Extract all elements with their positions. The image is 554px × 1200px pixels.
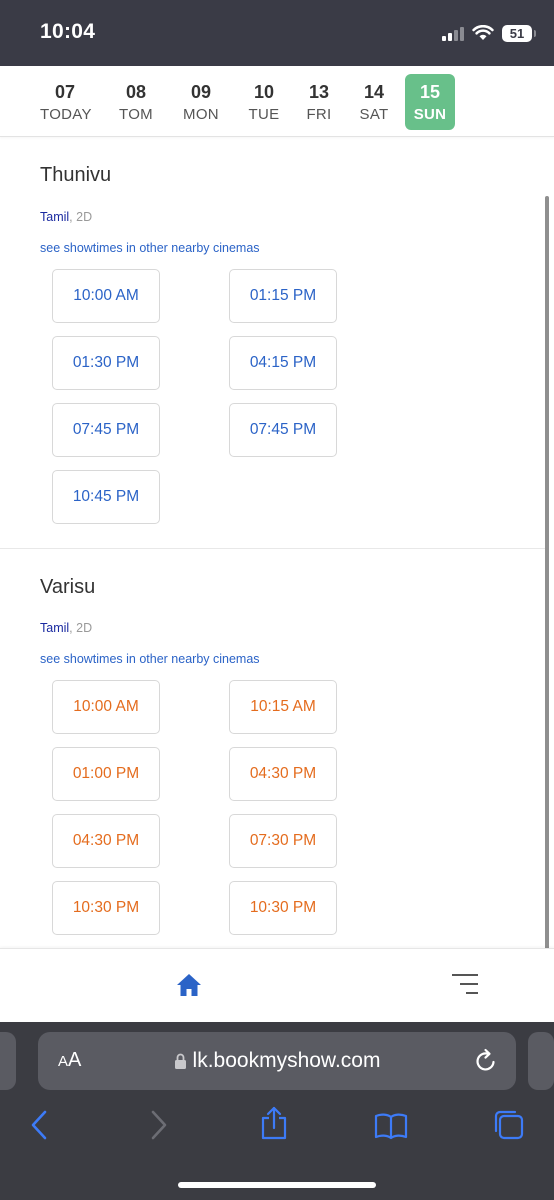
date-day: MON xyxy=(183,106,219,123)
date-selector: 07 TODAY 08 TOM 09 MON 10 TUE 13 FRI 14 … xyxy=(0,66,554,137)
browser-chrome: AA lk.bookmyshow.com xyxy=(0,1022,554,1200)
address-bar[interactable]: AA lk.bookmyshow.com xyxy=(38,1032,516,1090)
home-icon[interactable] xyxy=(176,973,202,997)
status-bar: 10:04 51 xyxy=(0,0,554,66)
movie-meta: Tamil, 2D xyxy=(40,210,92,224)
date-tab-selected[interactable]: 15 SUN xyxy=(405,74,455,130)
wifi-icon xyxy=(472,25,494,40)
showtime-button[interactable]: 07:45 PM xyxy=(52,403,160,457)
date-day: TOM xyxy=(119,106,153,123)
status-time: 10:04 xyxy=(40,20,96,43)
reload-icon[interactable] xyxy=(474,1048,498,1074)
showtime-button[interactable]: 04:30 PM xyxy=(52,814,160,868)
date-tab[interactable]: 08 TOM xyxy=(111,74,161,130)
date-number: 14 xyxy=(363,82,385,102)
next-tab-peek[interactable] xyxy=(528,1032,554,1090)
showtime-button[interactable]: 01:30 PM xyxy=(52,336,160,390)
showtime-button[interactable]: 04:30 PM xyxy=(229,747,337,801)
showtime-button[interactable]: 07:30 PM xyxy=(229,814,337,868)
showtime-button[interactable]: 01:00 PM xyxy=(52,747,160,801)
date-tab[interactable]: 07 TODAY xyxy=(40,74,92,130)
date-number: 09 xyxy=(190,82,212,102)
showtime-button[interactable]: 04:15 PM xyxy=(229,336,337,390)
lock-icon xyxy=(174,1053,186,1069)
status-icons: 51 xyxy=(442,20,536,46)
movie-format: , 2D xyxy=(69,621,93,635)
cellular-signal-icon xyxy=(442,25,464,41)
movie-title[interactable]: Thunivu xyxy=(40,164,111,187)
nearby-cinemas-link[interactable]: see showtimes in other nearby cinemas xyxy=(40,241,260,255)
url-display[interactable]: lk.bookmyshow.com xyxy=(38,1049,516,1073)
back-icon[interactable] xyxy=(30,1110,48,1140)
movie-title[interactable]: Varisu xyxy=(40,576,95,599)
section-divider xyxy=(0,548,548,549)
bookmarks-icon[interactable] xyxy=(374,1112,408,1140)
movie-language: Tamil xyxy=(40,621,70,635)
showtime-button[interactable]: 07:45 PM xyxy=(229,403,337,457)
showtime-button[interactable]: 10:45 PM xyxy=(52,470,160,524)
showtime-button[interactable]: 10:00 AM xyxy=(52,269,160,323)
showtime-button[interactable]: 01:15 PM xyxy=(229,269,337,323)
movie-format: , 2D xyxy=(69,210,93,224)
previous-tab-peek[interactable] xyxy=(0,1032,16,1090)
date-number: 15 xyxy=(419,82,441,102)
forward-icon[interactable] xyxy=(150,1110,168,1140)
showtime-button[interactable]: 10:30 PM xyxy=(52,881,160,935)
date-tab[interactable]: 10 TUE xyxy=(239,74,289,130)
showtime-button[interactable]: 10:15 AM xyxy=(229,680,337,734)
date-tab[interactable]: 14 SAT xyxy=(349,74,399,130)
showtime-button[interactable]: 10:00 AM xyxy=(52,680,160,734)
movie-meta: Tamil, 2D xyxy=(40,621,92,635)
date-day: SUN xyxy=(413,106,447,123)
movie-language: Tamil xyxy=(40,210,70,224)
showtime-button[interactable]: 10:30 PM xyxy=(229,881,337,935)
date-number: 07 xyxy=(54,82,76,102)
home-indicator[interactable] xyxy=(178,1182,376,1188)
date-tab[interactable]: 09 MON xyxy=(176,74,226,130)
date-day: TODAY xyxy=(40,106,92,123)
url-text: lk.bookmyshow.com xyxy=(192,1049,381,1072)
date-day: TUE xyxy=(248,106,280,123)
date-day: SAT xyxy=(359,106,389,123)
date-number: 08 xyxy=(125,82,147,102)
share-icon[interactable] xyxy=(259,1106,289,1140)
date-number: 10 xyxy=(253,82,275,102)
nearby-cinemas-link[interactable]: see showtimes in other nearby cinemas xyxy=(40,652,260,666)
menu-icon[interactable] xyxy=(452,973,480,995)
tabs-icon[interactable] xyxy=(493,1109,525,1141)
bottom-navigation xyxy=(0,948,554,1023)
battery-icon: 51 xyxy=(502,24,536,42)
page-scrollbar[interactable] xyxy=(545,196,549,960)
date-tab[interactable]: 13 FRI xyxy=(294,74,344,130)
date-number: 13 xyxy=(308,82,330,102)
date-day: FRI xyxy=(306,106,332,123)
